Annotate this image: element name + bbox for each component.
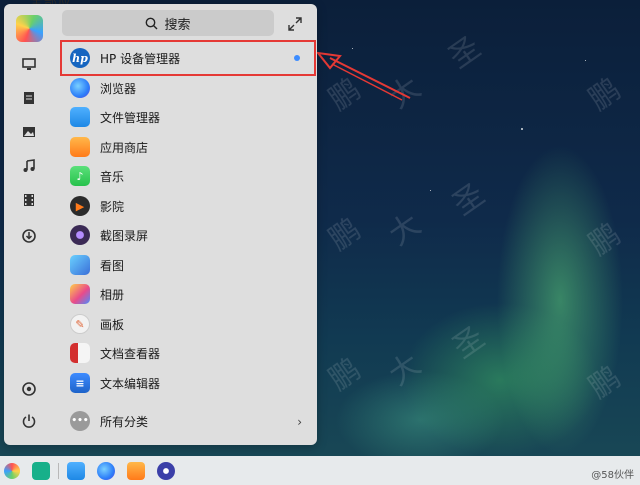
file-manager-icon bbox=[70, 107, 90, 127]
app-label: 文件管理器 bbox=[100, 110, 161, 125]
taskbar bbox=[0, 456, 640, 485]
app-label: 文档查看器 bbox=[100, 346, 161, 361]
star bbox=[430, 190, 431, 191]
app-item-music[interactable]: ♪ 音乐 bbox=[66, 162, 316, 190]
text-editor-icon: ≡ bbox=[70, 373, 90, 393]
browser-icon bbox=[70, 78, 90, 98]
annotation-arrow bbox=[316, 51, 411, 101]
app-item-draw[interactable]: ✎ 画板 bbox=[66, 310, 316, 338]
taskbar-software-center-icon[interactable] bbox=[127, 461, 145, 480]
watermark-char: 鹏 bbox=[582, 71, 628, 118]
taskbar-control-center-icon[interactable] bbox=[157, 461, 175, 480]
launcher-sidebar bbox=[4, 4, 56, 445]
app-item-screenshot[interactable]: 截图录屏 bbox=[66, 221, 316, 249]
search-placeholder: 搜索 bbox=[164, 17, 191, 33]
image-icon[interactable] bbox=[21, 125, 37, 141]
album-icon bbox=[70, 284, 90, 304]
app-item-doc-viewer[interactable]: 文档查看器 bbox=[66, 339, 316, 367]
app-label: 看图 bbox=[100, 258, 125, 273]
watermark-char: 鹏 bbox=[322, 211, 368, 258]
start-menu-icon[interactable] bbox=[4, 462, 20, 479]
more-icon: ••• bbox=[70, 411, 90, 431]
multitask-view-icon[interactable] bbox=[32, 461, 50, 480]
taskbar-separator bbox=[58, 462, 59, 479]
app-label: 文本编辑器 bbox=[100, 376, 161, 391]
brand-text: @58伙伴 bbox=[591, 470, 634, 481]
desktop-icon[interactable] bbox=[21, 57, 37, 73]
app-label: 截图录屏 bbox=[100, 228, 149, 243]
new-app-indicator bbox=[294, 55, 300, 61]
star bbox=[585, 60, 586, 61]
movie-icon: ▶ bbox=[70, 196, 90, 216]
music-app-icon: ♪ bbox=[70, 166, 90, 186]
search-input[interactable]: 搜索 bbox=[62, 10, 274, 36]
draw-icon: ✎ bbox=[70, 314, 90, 334]
watermark-char: 大 bbox=[382, 206, 428, 253]
app-label: 影院 bbox=[100, 199, 125, 214]
launcher-main: 搜索 hp HP 设备管理器 浏览器 文件管理器 应用商店 ♪ 音乐 ▶ 影院 … bbox=[56, 4, 317, 445]
app-item-text-editor[interactable]: ≡ 文本编辑器 bbox=[66, 369, 316, 397]
watermark-char: 鹏 bbox=[582, 359, 628, 406]
app-item-file-manager[interactable]: 文件管理器 bbox=[66, 103, 316, 131]
app-store-icon bbox=[70, 137, 90, 157]
video-icon[interactable] bbox=[21, 193, 37, 209]
watermark-char: 鹏 bbox=[582, 216, 628, 263]
search-icon bbox=[146, 17, 158, 29]
hp-icon: hp bbox=[70, 48, 90, 68]
chevron-right-icon: › bbox=[297, 415, 302, 429]
app-item-image-viewer[interactable]: 看图 bbox=[66, 251, 316, 279]
watermark-char: 圣 bbox=[446, 319, 492, 366]
watermark-char: 鹏 bbox=[322, 351, 368, 398]
music-icon[interactable] bbox=[21, 159, 37, 175]
watermark-char: 圣 bbox=[446, 176, 492, 223]
app-label: 音乐 bbox=[100, 169, 125, 184]
app-label: 应用商店 bbox=[100, 140, 149, 155]
app-label: 画板 bbox=[100, 317, 125, 332]
power-icon[interactable] bbox=[21, 413, 37, 429]
app-label: 相册 bbox=[100, 287, 125, 302]
all-categories-button[interactable]: ••• 所有分类 › bbox=[66, 407, 316, 435]
settings-icon[interactable] bbox=[21, 381, 37, 397]
app-item-app-store[interactable]: 应用商店 bbox=[66, 133, 316, 161]
app-item-movie[interactable]: ▶ 影院 bbox=[66, 192, 316, 220]
document-icon[interactable] bbox=[21, 91, 37, 107]
image-viewer-icon bbox=[70, 255, 90, 275]
app-label: HP 设备管理器 bbox=[100, 51, 181, 66]
doc-viewer-icon bbox=[70, 343, 90, 363]
watermark-char: 圣 bbox=[442, 29, 488, 76]
star bbox=[521, 128, 523, 130]
launcher-panel: 搜索 hp HP 设备管理器 浏览器 文件管理器 应用商店 ♪ 音乐 ▶ 影院 … bbox=[4, 4, 317, 445]
download-icon[interactable] bbox=[21, 229, 37, 245]
taskbar-app-store-icon[interactable] bbox=[67, 461, 85, 480]
watermark-char: 大 bbox=[382, 346, 428, 393]
app-item-browser[interactable]: 浏览器 bbox=[66, 74, 316, 102]
screenshot-icon bbox=[70, 225, 90, 245]
expand-icon[interactable] bbox=[288, 17, 302, 31]
app-item-hp-device-manager[interactable]: hp HP 设备管理器 bbox=[60, 40, 316, 76]
app-label: 浏览器 bbox=[100, 81, 137, 96]
os-logo-icon[interactable] bbox=[16, 15, 43, 42]
app-item-album[interactable]: 相册 bbox=[66, 280, 316, 308]
taskbar-browser-icon[interactable] bbox=[97, 461, 115, 480]
all-categories-label: 所有分类 bbox=[100, 414, 149, 429]
